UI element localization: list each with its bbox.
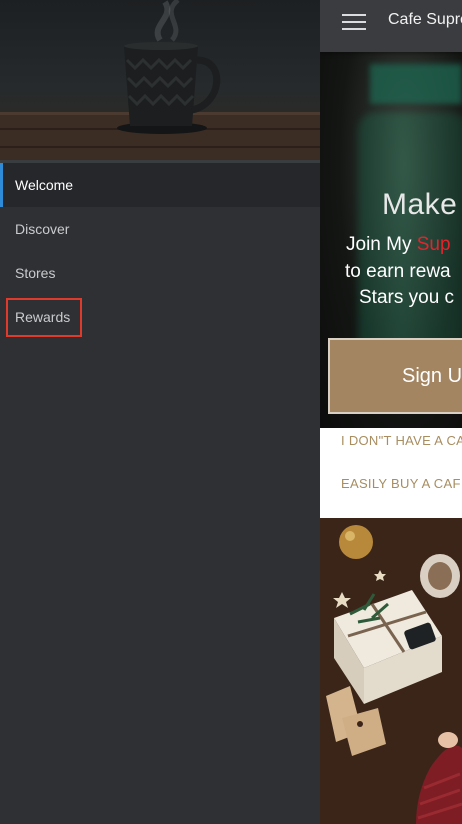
- navigation-drawer: Welcome Discover Stores Rewards: [0, 0, 320, 824]
- promo-line-1-prefix: Join My: [346, 234, 417, 255]
- promo-line-3: Stars you c: [359, 287, 455, 308]
- nav-item-label: Welcome: [15, 177, 74, 193]
- main-content: Cafe Supre Make Join My Sup to earn rewa…: [320, 0, 462, 824]
- nav-item-discover[interactable]: Discover: [0, 207, 320, 251]
- promo-line-2: to earn rewa: [345, 261, 451, 282]
- hamburger-icon[interactable]: [342, 14, 366, 32]
- sign-up-button[interactable]: Sign U: [328, 338, 462, 414]
- gift-photo-art: [320, 518, 462, 824]
- nav-item-welcome[interactable]: Welcome: [0, 163, 320, 207]
- app-title: Cafe Supre: [388, 11, 462, 28]
- drawer-header-image: [0, 0, 320, 160]
- no-card-link[interactable]: I DON"T HAVE A CA: [341, 433, 462, 448]
- drawer-nav-list: Welcome Discover Stores Rewards: [0, 163, 320, 339]
- promo-line-1: Join My Sup: [346, 234, 451, 256]
- holiday-gift-image: [320, 518, 462, 824]
- buy-card-link[interactable]: EASILY BUY A CAF: [341, 476, 461, 491]
- nav-item-label: Stores: [15, 265, 56, 281]
- nav-item-rewards[interactable]: Rewards: [0, 295, 320, 339]
- promo-banner: Make Join My Sup to earn rewa Stars you …: [320, 52, 462, 428]
- nav-item-label: Discover: [15, 221, 70, 237]
- app-bar: Cafe Supre: [320, 0, 462, 52]
- promo-heading: Make: [382, 188, 458, 221]
- nav-item-label: Rewards: [15, 309, 71, 325]
- cup-lid-image: [370, 64, 462, 104]
- coffee-mug-photo: [0, 0, 320, 160]
- nav-item-stores[interactable]: Stores: [0, 251, 320, 295]
- card-links: I DON"T HAVE A CA EASILY BUY A CAF: [320, 428, 462, 518]
- promo-brand-text: Sup: [416, 234, 451, 255]
- app-screen: Welcome Discover Stores Rewards Cafe Sup…: [0, 0, 462, 824]
